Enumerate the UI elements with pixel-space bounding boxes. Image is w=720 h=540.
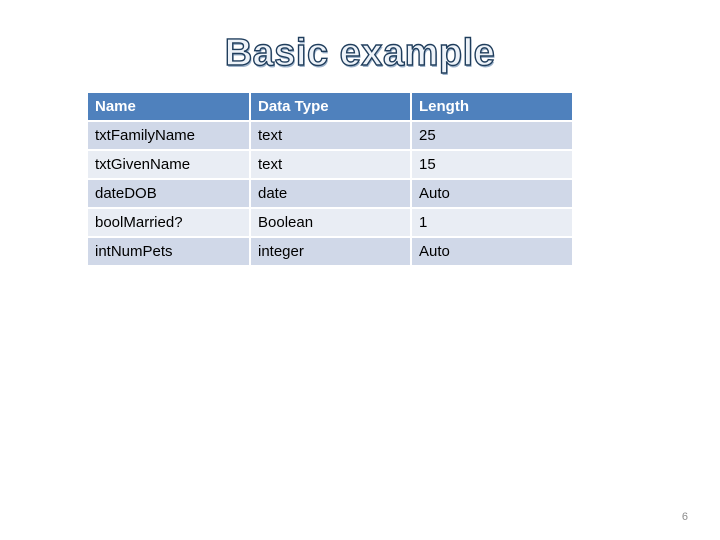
cell-name: boolMarried? [88,209,249,236]
cell-data-type: text [251,151,410,178]
header-name: Name [88,93,249,120]
cell-length: Auto [412,238,572,265]
cell-data-type: text [251,122,410,149]
cell-data-type: integer [251,238,410,265]
slide-title: Basic example [224,31,496,74]
cell-length: 15 [412,151,572,178]
cell-length: 1 [412,209,572,236]
header-length: Length [412,93,572,120]
cell-name: intNumPets [88,238,249,265]
table-row: boolMarried? Boolean 1 [88,209,572,236]
cell-length: Auto [412,180,572,207]
data-types-table: Name Data Type Length txtFamilyName text… [86,91,574,267]
table-row: txtGivenName text 15 [88,151,572,178]
cell-data-type: Boolean [251,209,410,236]
slide: Basic example Name Data Type Length txtF… [0,0,720,540]
table-row: intNumPets integer Auto [88,238,572,265]
cell-name: txtGivenName [88,151,249,178]
cell-length: 25 [412,122,572,149]
table-row: txtFamilyName text 25 [88,122,572,149]
header-data-type: Data Type [251,93,410,120]
table-header-row: Name Data Type Length [88,93,572,120]
cell-name: txtFamilyName [88,122,249,149]
cell-name: dateDOB [88,180,249,207]
page-number: 6 [681,511,688,523]
cell-data-type: date [251,180,410,207]
table-row: dateDOB date Auto [88,180,572,207]
